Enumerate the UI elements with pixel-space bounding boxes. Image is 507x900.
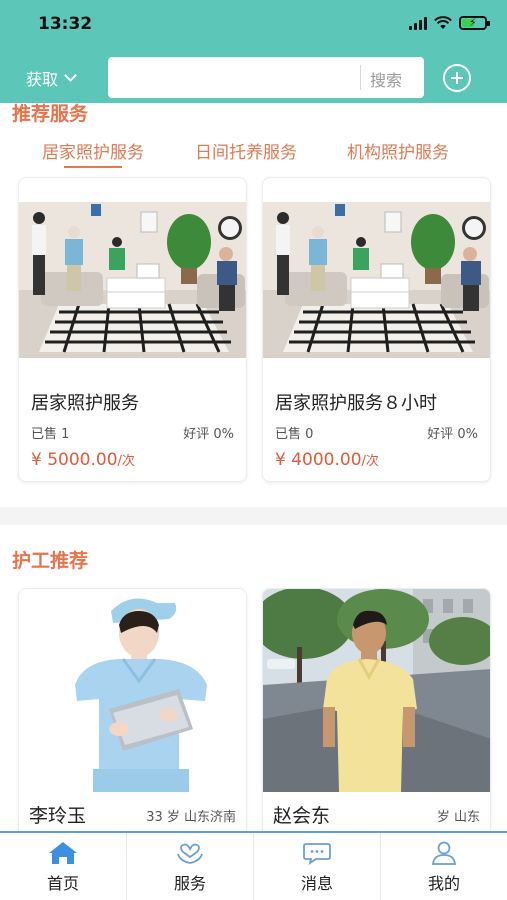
rating: 好评 0% xyxy=(427,427,478,442)
service-card[interactable]: 居家照护服务 已售 1 好评 0% ¥ 5000.00/次 xyxy=(18,177,247,482)
bottom-tab-bar: 首页 服务 消息 我的 xyxy=(0,831,507,900)
caregiver-info: 33 岁 山东济南 xyxy=(146,810,236,825)
search-input[interactable] xyxy=(108,57,358,98)
service-image xyxy=(19,202,246,358)
chevron-down-icon xyxy=(64,69,77,82)
tab-institution-care[interactable]: 机构照护服务 xyxy=(347,138,449,163)
price-value: ¥ 4000.00 xyxy=(275,450,362,470)
battery-icon: ⚡ xyxy=(459,16,490,30)
sold-count: 已售 1 xyxy=(31,427,70,442)
top-header: 13:32 ⚡ 获取 搜索 xyxy=(0,0,507,103)
plus-circle-icon[interactable] xyxy=(443,64,471,92)
tab-home[interactable]: 首页 xyxy=(0,833,126,900)
caregiver-name: 赵会东 xyxy=(273,805,331,827)
tab-service-label: 服务 xyxy=(173,874,206,893)
caregiver-info: 岁 山东 xyxy=(436,810,480,825)
price: ¥ 4000.00/次 xyxy=(275,450,379,470)
caregiver-photo xyxy=(19,589,246,792)
caregiver-card[interactable]: 李玲玉 33 岁 山东济南 xyxy=(18,588,247,848)
tab-home-care[interactable]: 居家照护服务 xyxy=(42,138,144,168)
signal-icon xyxy=(409,16,427,30)
location-label: 获取 xyxy=(26,70,59,89)
user-icon xyxy=(431,841,457,865)
section-divider xyxy=(0,507,507,525)
rating: 好评 0% xyxy=(183,427,234,442)
caregiver-photo xyxy=(263,589,490,792)
wifi-icon xyxy=(434,16,452,29)
service-image xyxy=(263,202,490,358)
tab-day-care[interactable]: 日间托养服务 xyxy=(195,138,297,163)
chat-bubble-icon xyxy=(303,843,331,865)
app-screen: 13:32 ⚡ 获取 搜索 推荐服务 居家照护服务 日间托养服务 机构照护服务 … xyxy=(0,0,507,900)
tab-profile[interactable]: 我的 xyxy=(380,833,507,900)
price-unit: /次 xyxy=(117,454,135,469)
location-selector[interactable]: 获取 xyxy=(26,66,77,90)
tab-messages-label: 消息 xyxy=(300,874,333,893)
tab-messages[interactable]: 消息 xyxy=(253,833,380,900)
section-title-caregivers: 护工推荐 xyxy=(12,550,89,572)
price-value: ¥ 5000.00 xyxy=(31,450,118,470)
tab-service[interactable]: 服务 xyxy=(126,833,253,900)
sold-count: 已售 0 xyxy=(275,427,314,442)
caregiver-name: 李玲玉 xyxy=(29,805,87,827)
section-title-services: 推荐服务 xyxy=(12,103,89,125)
service-title: 居家照护服务８小时 xyxy=(275,393,437,414)
heart-hands-icon xyxy=(177,843,203,864)
search-bar: 搜索 xyxy=(108,57,424,98)
tab-home-label: 首页 xyxy=(46,874,79,893)
search-button[interactable]: 搜索 xyxy=(370,67,402,91)
price-unit: /次 xyxy=(361,454,379,469)
service-tabs: 居家照护服务 日间托养服务 机构照护服务 xyxy=(0,138,507,168)
tab-profile-label: 我的 xyxy=(427,874,460,893)
status-time: 13:32 xyxy=(38,14,93,34)
status-icons: ⚡ xyxy=(409,16,490,30)
search-divider xyxy=(360,65,361,90)
caregiver-card[interactable]: 赵会东 岁 山东 xyxy=(262,588,491,848)
price: ¥ 5000.00/次 xyxy=(31,450,135,470)
service-title: 居家照护服务 xyxy=(31,393,139,414)
service-card[interactable]: 居家照护服务８小时 已售 0 好评 0% ¥ 4000.00/次 xyxy=(262,177,491,482)
status-bar: 13:32 ⚡ xyxy=(0,0,507,50)
home-icon xyxy=(49,842,77,864)
